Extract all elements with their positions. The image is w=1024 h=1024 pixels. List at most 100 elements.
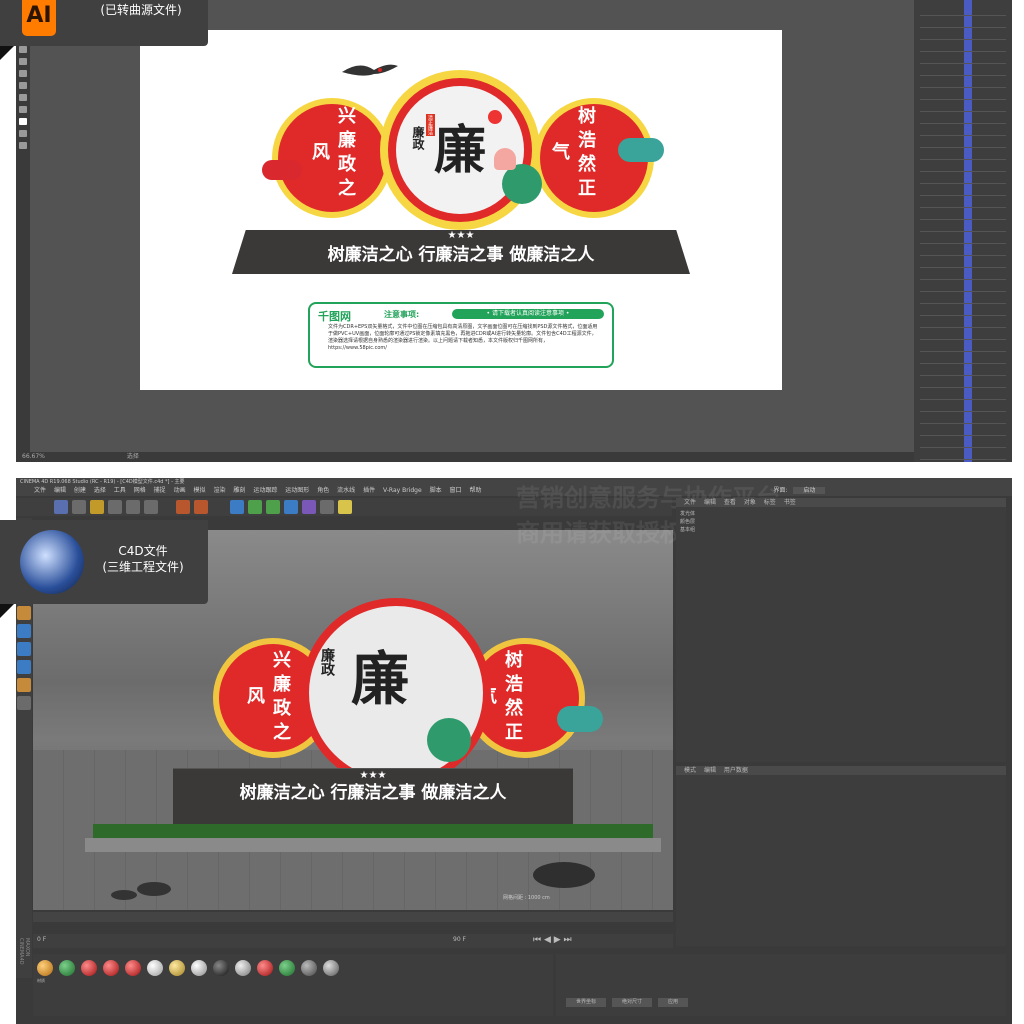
menu-edit[interactable]: 编辑 bbox=[54, 487, 66, 494]
material-swatch[interactable] bbox=[213, 960, 229, 976]
menu-help[interactable]: 帮助 bbox=[469, 487, 481, 494]
layer-row[interactable] bbox=[920, 412, 1006, 424]
apply-button[interactable]: 应用 bbox=[658, 998, 688, 1007]
object-tab-bookmarks[interactable]: 书签 bbox=[784, 499, 796, 506]
layer-row[interactable] bbox=[920, 340, 1006, 352]
object-tab-view[interactable]: 查看 bbox=[724, 499, 736, 506]
object-tab-file[interactable]: 文件 bbox=[684, 499, 696, 506]
array-icon[interactable] bbox=[284, 500, 298, 514]
layer-row[interactable] bbox=[920, 424, 1006, 436]
layer-row[interactable] bbox=[920, 232, 1006, 244]
layer-row[interactable] bbox=[920, 64, 1006, 76]
attribute-tab-mode[interactable]: 模式 bbox=[684, 767, 696, 774]
layer-row[interactable] bbox=[920, 52, 1006, 64]
model-mode-icon[interactable] bbox=[17, 606, 31, 620]
polygons-mode-icon[interactable] bbox=[17, 660, 31, 674]
layer-row[interactable] bbox=[920, 196, 1006, 208]
brush-tool-icon[interactable] bbox=[19, 106, 27, 113]
rectangle-tool-icon[interactable] bbox=[19, 94, 27, 101]
layer-row[interactable] bbox=[920, 448, 1006, 460]
material-swatch[interactable] bbox=[59, 960, 75, 976]
frame-end[interactable]: 90 F bbox=[453, 936, 466, 943]
layer-row[interactable] bbox=[920, 88, 1006, 100]
object-tab-objects[interactable]: 对象 bbox=[744, 499, 756, 506]
layer-row[interactable] bbox=[920, 388, 1006, 400]
layer-row[interactable] bbox=[920, 148, 1006, 160]
z-axis-icon[interactable] bbox=[144, 500, 158, 514]
menu-select[interactable]: 选择 bbox=[94, 487, 106, 494]
menu-script[interactable]: 脚本 bbox=[430, 487, 442, 494]
spline-icon[interactable] bbox=[248, 500, 262, 514]
direct-select-tool-icon[interactable] bbox=[19, 58, 27, 65]
cube-icon[interactable] bbox=[230, 500, 244, 514]
play-button-icon[interactable]: ⏮ ◀ ▶ ⏭ bbox=[533, 935, 572, 945]
material-swatch[interactable] bbox=[81, 960, 97, 976]
layer-row[interactable] bbox=[920, 76, 1006, 88]
object-tab-tags[interactable]: 标签 bbox=[764, 499, 776, 506]
material-swatch[interactable] bbox=[37, 960, 53, 976]
layer-row[interactable] bbox=[920, 304, 1006, 316]
menu-render[interactable]: 渲染 bbox=[213, 487, 225, 494]
material-swatch[interactable] bbox=[323, 960, 339, 976]
menu-mograph[interactable]: 运动图形 bbox=[285, 487, 309, 494]
layer-row[interactable] bbox=[920, 364, 1006, 376]
zoom-readout[interactable]: 66.67% bbox=[22, 453, 45, 460]
y-axis-icon[interactable] bbox=[126, 500, 140, 514]
layer-row[interactable] bbox=[920, 184, 1006, 196]
material-swatch[interactable] bbox=[191, 960, 207, 976]
light-icon[interactable] bbox=[338, 500, 352, 514]
menu-file[interactable]: 文件 bbox=[34, 487, 46, 494]
timeline-ruler[interactable] bbox=[33, 912, 673, 922]
layer-row[interactable] bbox=[920, 208, 1006, 220]
layer-row[interactable] bbox=[920, 400, 1006, 412]
fill-swatch-icon[interactable] bbox=[19, 118, 27, 125]
layer-row[interactable] bbox=[920, 112, 1006, 124]
attribute-tab-edit[interactable]: 编辑 bbox=[704, 767, 716, 774]
rotate-tool-icon[interactable] bbox=[90, 500, 104, 514]
material-swatch[interactable] bbox=[103, 960, 119, 976]
menu-mesh[interactable]: 网格 bbox=[134, 487, 146, 494]
deformer-icon[interactable] bbox=[302, 500, 316, 514]
layer-row[interactable] bbox=[920, 136, 1006, 148]
render-view-icon[interactable] bbox=[176, 500, 190, 514]
layer-row[interactable] bbox=[920, 4, 1006, 16]
object-item[interactable]: 基本组 bbox=[680, 526, 695, 534]
layer-row[interactable] bbox=[920, 172, 1006, 184]
object-item[interactable]: 发光体 bbox=[680, 510, 695, 518]
object-item[interactable]: 颜色层 bbox=[680, 518, 695, 526]
texture-mode-icon[interactable] bbox=[17, 678, 31, 692]
layer-row[interactable] bbox=[920, 292, 1006, 304]
material-swatch[interactable] bbox=[125, 960, 141, 976]
layer-row[interactable] bbox=[920, 268, 1006, 280]
menu-pipeline[interactable]: 流水线 bbox=[337, 487, 355, 494]
layer-row[interactable] bbox=[920, 124, 1006, 136]
move-tool-icon[interactable] bbox=[54, 500, 68, 514]
layer-row[interactable] bbox=[920, 100, 1006, 112]
layer-row[interactable] bbox=[920, 16, 1006, 28]
camera-icon[interactable] bbox=[320, 500, 334, 514]
coord-mode-dropdown[interactable]: 世界坐标 bbox=[566, 998, 606, 1007]
scale-mode-dropdown[interactable]: 绝对尺寸 bbox=[612, 998, 652, 1007]
layer-row[interactable] bbox=[920, 256, 1006, 268]
menu-character[interactable]: 角色 bbox=[317, 487, 329, 494]
render-picture-icon[interactable] bbox=[194, 500, 208, 514]
layer-row[interactable] bbox=[920, 280, 1006, 292]
points-mode-icon[interactable] bbox=[17, 624, 31, 638]
object-tab-edit[interactable]: 编辑 bbox=[704, 499, 716, 506]
pen-tool-icon[interactable] bbox=[19, 70, 27, 77]
layer-row[interactable] bbox=[920, 316, 1006, 328]
menu-vray[interactable]: V-Ray Bridge bbox=[383, 487, 422, 494]
layer-row[interactable] bbox=[920, 352, 1006, 364]
layer-row[interactable] bbox=[920, 328, 1006, 340]
menu-create[interactable]: 创建 bbox=[74, 487, 86, 494]
menu-snap[interactable]: 捕捉 bbox=[154, 487, 166, 494]
material-swatch[interactable] bbox=[169, 960, 185, 976]
x-axis-icon[interactable] bbox=[108, 500, 122, 514]
menu-sculpt[interactable]: 雕刻 bbox=[233, 487, 245, 494]
zoom-tool-icon[interactable] bbox=[19, 130, 27, 137]
frame-start[interactable]: 0 F bbox=[37, 936, 46, 943]
material-swatch[interactable] bbox=[301, 960, 317, 976]
menu-window[interactable]: 窗口 bbox=[450, 487, 462, 494]
attribute-tab-userdata[interactable]: 用户数据 bbox=[724, 767, 748, 774]
hand-tool-icon[interactable] bbox=[19, 142, 27, 149]
